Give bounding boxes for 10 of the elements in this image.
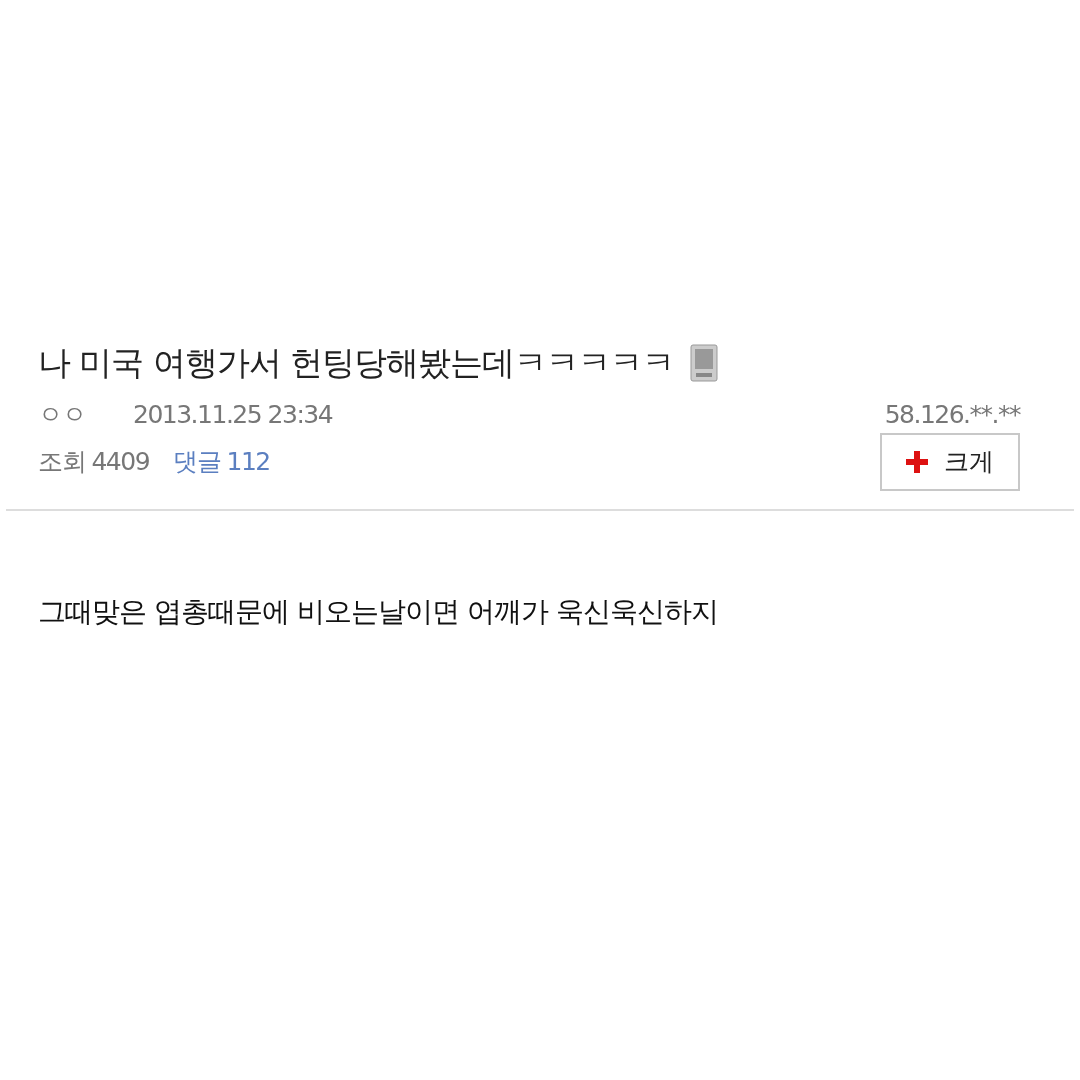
post-title: 나 미국 여행가서 헌팅당해봤는데ㅋㅋㅋㅋㅋ bbox=[38, 342, 675, 384]
author-name: ㅇㅇ bbox=[38, 398, 85, 431]
ip-address: 58.126.**.** bbox=[884, 398, 1020, 431]
mobile-phone-icon bbox=[690, 343, 719, 382]
post-body: 그때맞은 엽총때문에 비오는날이면 어깨가 욱신욱신하지 bbox=[37, 593, 719, 630]
plus-icon bbox=[906, 450, 928, 473]
enlarge-button[interactable]: 크게 bbox=[880, 433, 1020, 491]
view-count: 조회 4409 bbox=[38, 446, 150, 478]
comment-count: 댓글 112 bbox=[173, 446, 270, 478]
post-date: 2013.11.25 23:34 bbox=[133, 398, 333, 431]
